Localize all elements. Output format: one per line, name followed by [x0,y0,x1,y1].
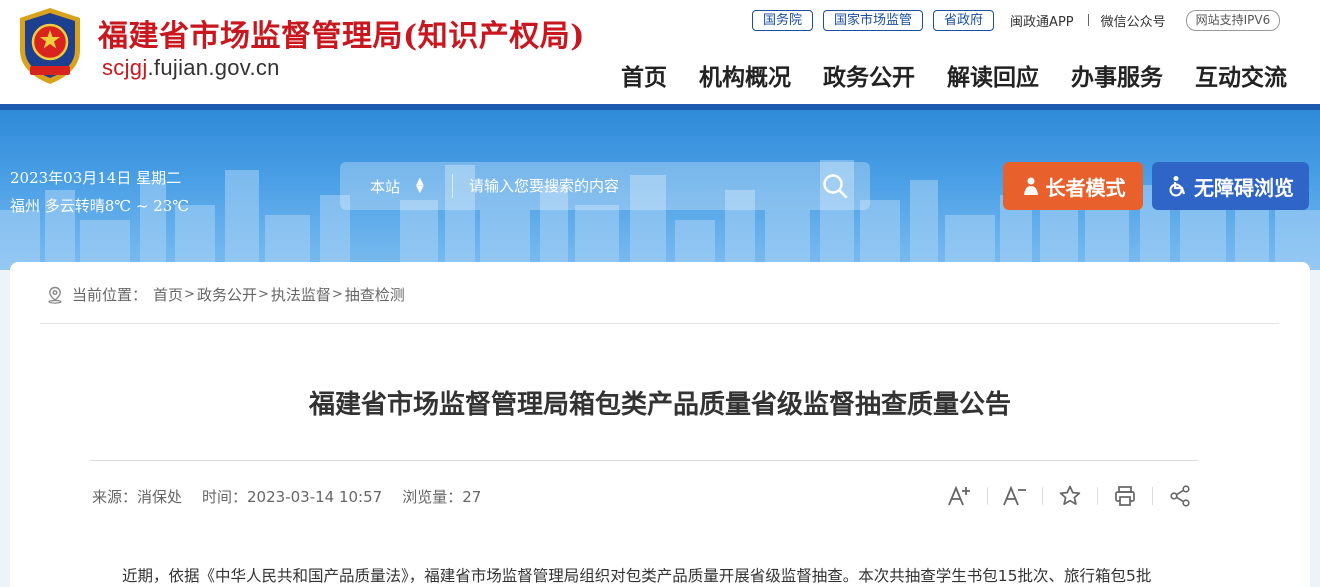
weather: 福州 多云转晴8℃ ~ 23℃ [10,197,190,215]
search-scope-select[interactable]: 本站 ▲ ▼ [370,176,444,197]
article-views: 浏览量：27 [402,488,482,506]
article-title: 福建省市场监督管理局箱包类产品质量省级监督抽查质量公告 [308,390,1011,420]
police-emblem-logo[interactable] [14,6,86,86]
elder-mode-button[interactable]: 长者模式 [1003,162,1143,210]
article-source: 来源：消保处 [92,488,183,506]
search-input[interactable] [469,177,819,195]
link-wechat[interactable]: 微信公众号 [1101,11,1166,30]
location-pin-icon [48,286,62,304]
breadcrumb-separator: > [331,287,343,302]
sort-arrows-icon: ▲ ▼ [416,176,424,195]
wheelchair-icon [1169,176,1186,197]
site-header: 福建省市场监督管理局(知识产权局) scjgj.fujian.gov.cn 国务… [0,0,1320,104]
link-state-council[interactable]: 国务院 [752,9,814,31]
nav-home[interactable]: 首页 [621,58,667,92]
nav-organization[interactable]: 机构概况 [699,58,791,92]
link-samr[interactable]: 国家市场监管 [823,9,924,31]
nav-interaction[interactable]: 互动交流 [1195,58,1287,92]
divider [987,487,988,505]
breadcrumb-separator: > [184,287,195,302]
divider [40,323,1279,324]
site-domain: scjgj.fujian.gov.cn [102,55,280,80]
main-nav: 首页 机构概况 政务公开 解读回应 办事服务 互动交流 [605,58,1303,92]
date-weather: 2023年03月14日 星期二 福州 多云转晴8℃ ~ 23℃ [10,164,189,220]
divider [90,460,1198,461]
nav-gov-affairs[interactable]: 政务公开 [823,58,915,92]
nav-interpretation[interactable]: 解读回应 [947,58,1039,92]
elder-icon [1023,177,1038,195]
search-bar: 本站 ▲ ▼ [340,162,870,210]
breadcrumb-home[interactable]: 首页 [153,284,183,305]
article-card: 当前位置： 首页 > 政务公开 > 执法监督 > 抽查检测 福建省市场监督管理局… [10,262,1310,587]
ipv6-badge: 网站支持IPV6 [1185,9,1281,31]
breadcrumb-inspection[interactable]: 抽查检测 [345,284,405,305]
star-favorite-icon[interactable] [1056,482,1084,510]
article-time: 时间：2023-03-14 10:57 [202,488,383,506]
current-date: 2023年03月14日 星期二 [10,169,182,187]
top-links: 国务院 国家市场监管 省政府 闽政通APP 微信公众号 网站支持IPV6 [752,9,1281,31]
share-icon[interactable] [1166,482,1194,510]
article-body: 近期，依据《中华人民共和国产品质量法》，福建省市场监督管理局组织对包类产品质量开… [122,567,1152,585]
breadcrumb: 当前位置： 首页 > 政务公开 > 执法监督 > 抽查检测 [46,284,405,305]
font-decrease-icon[interactable] [1001,482,1029,510]
nav-services[interactable]: 办事服务 [1071,58,1163,92]
link-mzt-app[interactable]: 闽政通APP [1010,11,1074,30]
article-meta: 来源：消保处 时间：2023-03-14 10:57 浏览量：27 [92,486,501,507]
accessibility-button[interactable]: 无障碍浏览 [1152,162,1309,210]
print-icon[interactable] [1111,482,1139,510]
breadcrumb-label: 当前位置： [72,286,148,304]
divider [1087,14,1089,26]
site-title[interactable]: 福建省市场监督管理局(知识产权局) [98,11,585,55]
breadcrumb-enforcement[interactable]: 执法监督 [271,284,331,305]
article-tools [946,482,1194,510]
font-increase-icon[interactable] [946,482,974,510]
breadcrumb-separator: > [257,287,269,302]
divider [1042,487,1043,505]
divider [452,174,453,198]
search-icon[interactable] [822,173,848,199]
divider [1097,487,1098,505]
divider [1152,487,1153,505]
link-provincial-gov[interactable]: 省政府 [933,9,995,31]
breadcrumb-gov-affairs[interactable]: 政务公开 [197,284,257,305]
